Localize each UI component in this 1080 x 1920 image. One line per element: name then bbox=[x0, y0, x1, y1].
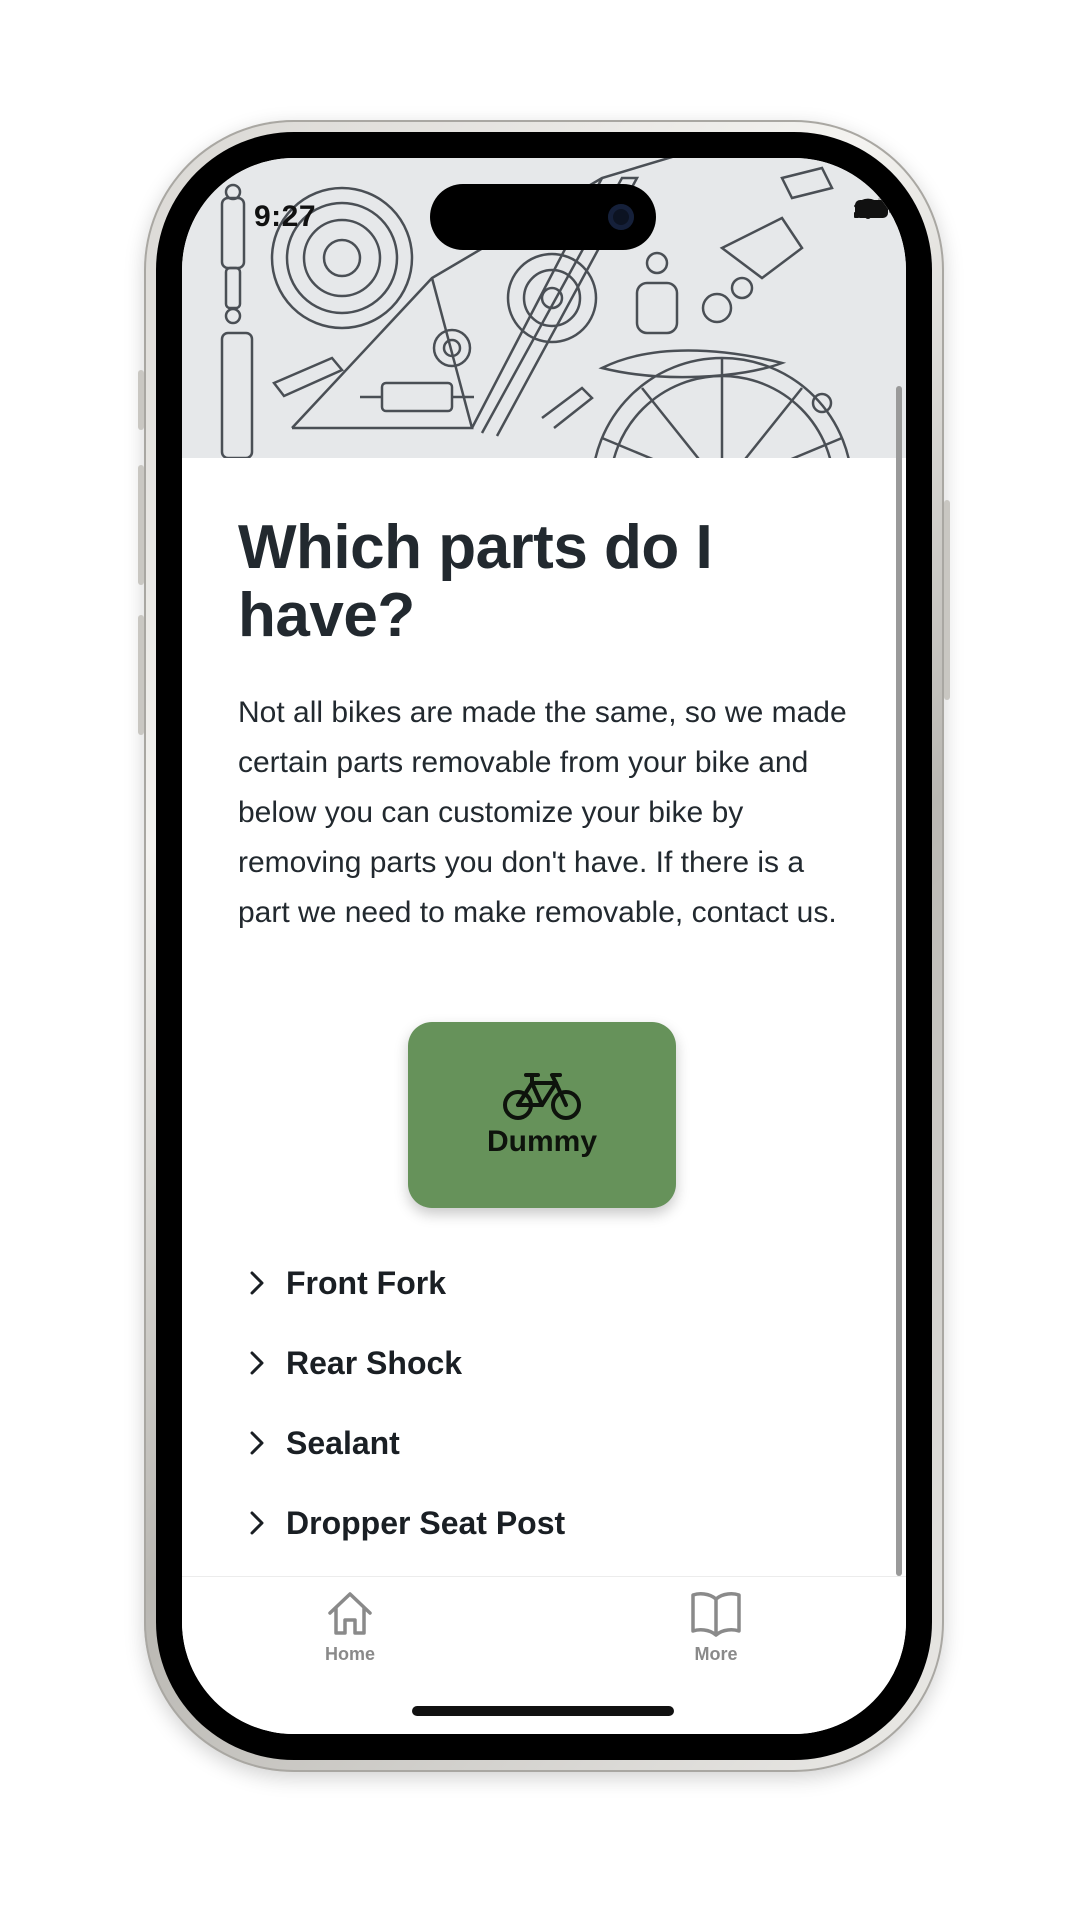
part-item-dropper-seat-post[interactable]: Dropper Seat Post bbox=[238, 1483, 838, 1563]
part-label: Sealant bbox=[286, 1424, 400, 1461]
chevron-right-icon bbox=[250, 1431, 264, 1455]
book-icon bbox=[691, 1592, 741, 1637]
dummy-preset-button[interactable]: Dummy bbox=[408, 1022, 676, 1208]
part-label: Dropper Seat Post bbox=[286, 1504, 566, 1541]
preset-label: Dummy bbox=[486, 1125, 598, 1158]
scrollbar[interactable] bbox=[896, 386, 902, 1576]
page-title: Which parts do I have? bbox=[238, 513, 713, 650]
home-indicator[interactable] bbox=[412, 1706, 674, 1716]
status-time: 9:27 bbox=[254, 200, 317, 233]
page-description: Not all bikes are made the same, so we m… bbox=[238, 696, 847, 929]
chevron-right-icon bbox=[250, 1351, 264, 1375]
parts-list: Front Fork Rear Shock Sealant Dropper Se… bbox=[238, 1243, 838, 1563]
tab-label: More bbox=[694, 1644, 738, 1664]
dynamic-island bbox=[430, 184, 656, 250]
action-button bbox=[138, 370, 144, 430]
camera-icon bbox=[608, 204, 634, 230]
tab-home[interactable]: Home bbox=[290, 1589, 410, 1665]
tab-label: Home bbox=[324, 1644, 375, 1664]
volume-up-button bbox=[138, 465, 144, 585]
part-item-rear-shock[interactable]: Rear Shock bbox=[238, 1323, 838, 1403]
tab-more[interactable]: More bbox=[656, 1589, 776, 1665]
power-button bbox=[944, 500, 950, 700]
bicycle-icon bbox=[503, 1073, 581, 1120]
bike-parts-banner: 9:27 bbox=[182, 158, 906, 458]
part-item-sealant[interactable]: Sealant bbox=[238, 1403, 838, 1483]
battery-icon bbox=[855, 200, 892, 218]
chevron-right-icon bbox=[250, 1511, 264, 1535]
part-label: Rear Shock bbox=[286, 1344, 463, 1381]
house-icon bbox=[328, 1592, 372, 1635]
part-item-front-fork[interactable]: Front Fork bbox=[238, 1243, 838, 1323]
phone-frame: 9:27 Which parts do I have? Not all bike… bbox=[138, 120, 950, 1772]
volume-down-button bbox=[138, 615, 144, 735]
app-screen: 9:27 Which parts do I have? Not all bike… bbox=[182, 158, 906, 1734]
part-label: Front Fork bbox=[286, 1264, 446, 1301]
main-content: Which parts do I have? Not all bikes are… bbox=[238, 458, 858, 938]
chevron-right-icon bbox=[250, 1271, 264, 1295]
